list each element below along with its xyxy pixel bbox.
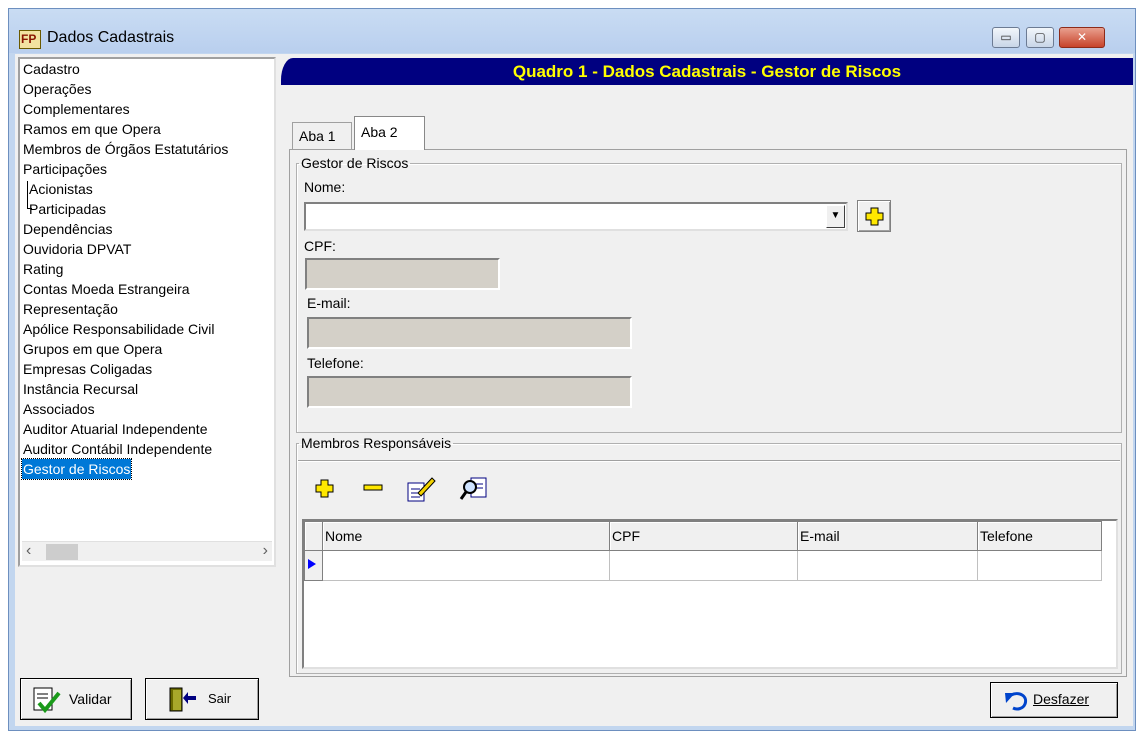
tree-item-instancia-recursal[interactable]: Instância Recursal [22, 379, 139, 399]
app-window: FP Dados Cadastrais ▭ ▢ ✕ Cadastro Opera… [8, 8, 1136, 731]
cell-cpf[interactable] [609, 550, 798, 581]
tree-item-contas-moeda[interactable]: Contas Moeda Estrangeira [22, 279, 191, 299]
remove-icon[interactable] [363, 484, 383, 492]
table-row[interactable] [304, 550, 1102, 581]
table-header-row: Nome CPF E-mail Telefone [304, 521, 1102, 551]
tree-item-apolice[interactable]: Apólice Responsabilidade Civil [22, 319, 215, 339]
column-header-telefone[interactable]: Telefone [977, 521, 1102, 551]
tree-item-cadastro[interactable]: Cadastro [22, 59, 81, 79]
cpf-label: CPF: [304, 238, 336, 254]
email-field [307, 317, 632, 349]
desfazer-button[interactable]: Desfazer [990, 682, 1118, 718]
row-indicator [304, 550, 323, 581]
gestor-riscos-legend: Gestor de Riscos [301, 155, 409, 171]
tree-item-associados[interactable]: Associados [22, 399, 96, 419]
exit-door-icon [169, 687, 196, 712]
tree-item-rating[interactable]: Rating [22, 259, 64, 279]
tree-item-operacoes[interactable]: Operações [22, 79, 92, 99]
maximize-button[interactable]: ▢ [1026, 27, 1054, 48]
app-logo-icon: FP [19, 30, 41, 49]
close-icon: ✕ [1076, 30, 1088, 44]
validar-button[interactable]: Validar [20, 678, 132, 720]
close-button[interactable]: ✕ [1059, 27, 1105, 48]
cell-telefone[interactable] [977, 550, 1102, 581]
tree-item-grupos[interactable]: Grupos em que Opera [22, 339, 163, 359]
section-tree[interactable]: Cadastro Operações Complementares Ramos … [18, 57, 276, 567]
current-row-arrow-icon [308, 559, 316, 569]
tree-item-participacoes[interactable]: Participações [22, 159, 108, 179]
validar-label: Validar [69, 691, 112, 707]
column-header-nome[interactable]: Nome [322, 521, 610, 551]
tab-aba-2[interactable]: Aba 2 [354, 116, 425, 150]
minimize-button[interactable]: ▭ [992, 27, 1020, 48]
cpf-field [305, 258, 500, 290]
tree-item-ouvidoria[interactable]: Ouvidoria DPVAT [22, 239, 132, 259]
minimize-icon: ▭ [1000, 30, 1012, 44]
desfazer-label: Desfazer [1033, 691, 1090, 707]
tree-item-empresas-coligadas[interactable]: Empresas Coligadas [22, 359, 153, 379]
title-bar[interactable]: FP Dados Cadastrais ▭ ▢ ✕ [9, 9, 1135, 53]
tree-item-dependencias[interactable]: Dependências [22, 219, 114, 239]
column-header-cpf[interactable]: CPF [609, 521, 798, 551]
tree-item-participadas[interactable]: Participadas [28, 199, 107, 219]
add-gestor-button[interactable] [857, 200, 891, 232]
nome-label: Nome: [304, 179, 346, 195]
membros-legend: Membros Responsáveis [301, 435, 452, 451]
row-indicator-header [304, 521, 323, 551]
membros-table: Nome CPF E-mail Telefone [304, 521, 1102, 581]
membros-grid[interactable]: Nome CPF E-mail Telefone [302, 519, 1118, 669]
maximize-icon: ▢ [1034, 30, 1046, 44]
add-icon [865, 207, 884, 226]
tree-item-membros-orgaos[interactable]: Membros de Órgãos Estatutários [22, 139, 229, 159]
email-label: E-mail: [307, 295, 351, 311]
client-area: Cadastro Operações Complementares Ramos … [15, 54, 1133, 726]
scroll-right-icon[interactable]: › [263, 542, 268, 560]
column-header-email[interactable]: E-mail [797, 521, 978, 551]
scroll-thumb[interactable] [46, 544, 78, 560]
search-icon[interactable] [459, 475, 489, 503]
tree-item-auditor-contabil[interactable]: Auditor Contábil Independente [22, 439, 213, 459]
edit-icon[interactable] [406, 475, 436, 503]
toolbar-divider [298, 460, 1120, 462]
chevron-down-icon[interactable]: ▼ [826, 205, 845, 228]
cell-email[interactable] [797, 550, 978, 581]
nome-combobox[interactable]: ▼ [304, 202, 848, 231]
tree-item-gestor-riscos[interactable]: Gestor de Riscos [20, 458, 133, 480]
sair-label: Sair [208, 691, 232, 706]
tab-aba-1[interactable]: Aba 1 [292, 122, 352, 150]
tree-item-auditor-atuarial[interactable]: Auditor Atuarial Independente [22, 419, 208, 439]
app-logo-text: FP [21, 32, 37, 46]
sair-button[interactable]: Sair [145, 678, 259, 720]
add-icon[interactable] [315, 479, 334, 498]
tree-item-representacao[interactable]: Representação [22, 299, 119, 319]
validate-icon [33, 687, 61, 714]
telefone-label: Telefone: [307, 355, 364, 371]
cell-nome[interactable] [322, 550, 610, 581]
tree-item-ramos[interactable]: Ramos em que Opera [22, 119, 162, 139]
tree-item-complementares[interactable]: Complementares [22, 99, 131, 119]
telefone-field [307, 376, 632, 408]
undo-icon [1005, 692, 1028, 711]
scroll-left-icon[interactable]: ‹ [26, 542, 31, 560]
tree-item-acionistas[interactable]: Acionistas [28, 179, 94, 199]
window-title: Dados Cadastrais [47, 29, 175, 46]
horizontal-scrollbar[interactable]: ‹ › [22, 541, 272, 561]
tab-panel: Gestor de Riscos Nome: ▼ CPF: E-mail: Te… [289, 149, 1127, 677]
page-title: Quadro 1 - Dados Cadastrais - Gestor de … [281, 58, 1133, 85]
